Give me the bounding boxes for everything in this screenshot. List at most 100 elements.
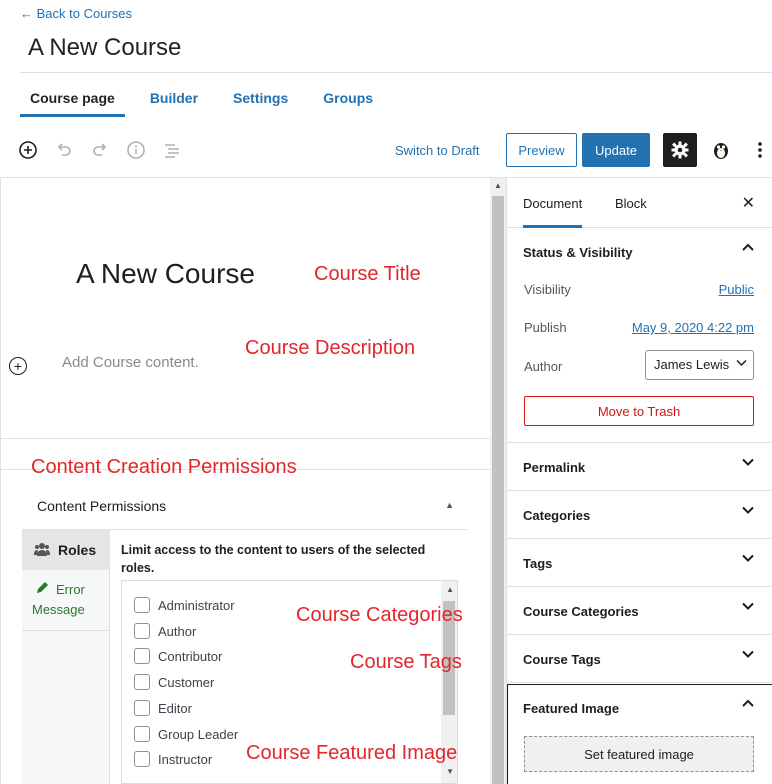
chevron-down-icon[interactable] bbox=[741, 503, 755, 520]
publish-date-link[interactable]: May 9, 2020 4:22 pm bbox=[632, 320, 754, 335]
role-option-administrator[interactable]: Administrator bbox=[134, 597, 235, 613]
role-label: Instructor bbox=[158, 751, 213, 767]
header-divider bbox=[20, 72, 772, 73]
panel-course-tags[interactable]: Course Tags bbox=[507, 635, 772, 683]
chevron-down-icon[interactable] bbox=[741, 551, 755, 568]
roles-tab-label: Roles bbox=[58, 542, 97, 558]
editor-toolbar: Switch to Draft Preview Update bbox=[0, 126, 772, 178]
role-option-contributor[interactable]: Contributor bbox=[134, 648, 222, 664]
panel-title: Course Tags bbox=[523, 652, 601, 667]
checkbox[interactable] bbox=[134, 700, 150, 716]
outline-list-icon[interactable] bbox=[162, 140, 182, 160]
page-title: A New Course bbox=[28, 34, 182, 61]
course-title-input[interactable]: A New Course bbox=[76, 258, 255, 290]
chevron-down-icon bbox=[736, 357, 747, 371]
panel-title: Course Categories bbox=[523, 604, 639, 619]
checkbox[interactable] bbox=[134, 751, 150, 767]
panel-title: Tags bbox=[523, 556, 553, 571]
error-message-tab[interactable]: Error Message bbox=[32, 580, 110, 620]
users-group-icon bbox=[34, 542, 50, 559]
role-option-editor[interactable]: Editor bbox=[134, 700, 192, 716]
checkbox[interactable] bbox=[134, 648, 150, 664]
editor-left-border bbox=[0, 178, 1, 784]
panel-featured-image[interactable]: Featured Image bbox=[507, 684, 772, 732]
content-permissions-title: Content Permissions bbox=[37, 498, 167, 514]
annotation-course-categories: Course Categories bbox=[296, 604, 463, 626]
panel-permalink[interactable]: Permalink bbox=[507, 443, 772, 491]
chevron-down-icon[interactable] bbox=[741, 647, 755, 664]
role-label: Group Leader bbox=[158, 726, 239, 742]
chevron-down-icon[interactable] bbox=[741, 599, 755, 616]
annotation-course-tags: Course Tags bbox=[350, 651, 462, 673]
undo-icon[interactable] bbox=[54, 140, 74, 160]
back-to-courses-link[interactable]: ← Back to Courses bbox=[20, 6, 132, 21]
panel-course-categories[interactable]: Course Categories bbox=[507, 587, 772, 635]
plugin-penguin-icon[interactable] bbox=[710, 139, 732, 161]
more-options-icon[interactable] bbox=[750, 140, 770, 160]
role-option-author[interactable]: Author bbox=[134, 623, 196, 639]
roles-tab[interactable]: Roles bbox=[22, 530, 110, 570]
tab-settings[interactable]: Settings bbox=[223, 80, 298, 117]
visibility-link[interactable]: Public bbox=[719, 282, 754, 297]
role-label: Contributor bbox=[158, 648, 223, 664]
checkbox[interactable] bbox=[134, 674, 150, 690]
side-tab-divider bbox=[22, 630, 110, 631]
course-tabs: Course page Builder Settings Groups bbox=[20, 80, 398, 118]
author-label: Author bbox=[524, 359, 563, 374]
role-label: Editor bbox=[158, 700, 192, 716]
panel-status-visibility[interactable]: Status & Visibility bbox=[507, 228, 772, 276]
panel-title: Status & Visibility bbox=[523, 245, 633, 260]
tab-groups[interactable]: Groups bbox=[313, 80, 383, 117]
settings-gear-icon[interactable] bbox=[663, 133, 697, 167]
limit-access-description: Limit access to the content to users of … bbox=[121, 543, 426, 575]
visibility-label: Visibility bbox=[524, 282, 571, 297]
redo-icon[interactable] bbox=[90, 140, 110, 160]
annotation-content-creation-permissions: Content Creation Permissions bbox=[31, 456, 297, 478]
author-selected-value: James Lewis bbox=[654, 357, 730, 372]
panel-title: Categories bbox=[523, 508, 591, 523]
chevron-up-icon[interactable] bbox=[741, 240, 755, 257]
role-option-customer[interactable]: Customer bbox=[134, 674, 214, 690]
role-label: Author bbox=[158, 623, 197, 639]
chevron-down-icon[interactable] bbox=[741, 455, 755, 472]
role-option-group-leader[interactable]: Group Leader bbox=[134, 726, 238, 742]
collapse-caret-icon[interactable]: ▲ bbox=[445, 500, 454, 510]
tab-course-page[interactable]: Course page bbox=[20, 80, 125, 117]
course-content-placeholder[interactable]: Add Course content. bbox=[62, 354, 199, 371]
close-icon[interactable]: ✕ bbox=[742, 193, 755, 213]
panel-categories[interactable]: Categories bbox=[507, 491, 772, 539]
checkbox[interactable] bbox=[134, 623, 150, 639]
annotation-course-description: Course Description bbox=[245, 337, 416, 359]
scroll-up-arrow-icon[interactable]: ▲ bbox=[492, 181, 504, 193]
switch-to-draft-link[interactable]: Switch to Draft bbox=[395, 143, 480, 158]
panel-title: Permalink bbox=[523, 460, 586, 475]
info-icon[interactable] bbox=[126, 140, 146, 160]
panel-tags[interactable]: Tags bbox=[507, 539, 772, 587]
add-block-icon[interactable] bbox=[18, 140, 38, 160]
editor-scrollbar-thumb[interactable] bbox=[492, 196, 504, 784]
update-button[interactable]: Update bbox=[582, 133, 650, 167]
settings-sidebar: Document Block ✕ Status & Visibility Vis… bbox=[506, 178, 772, 784]
chevron-up-icon[interactable] bbox=[741, 696, 755, 713]
set-featured-image-button[interactable]: Set featured image bbox=[524, 736, 754, 772]
publish-label: Publish bbox=[524, 320, 567, 335]
tab-block[interactable]: Block bbox=[615, 196, 647, 211]
sidebar-tabs: Document Block ✕ bbox=[507, 178, 772, 228]
checkbox[interactable] bbox=[134, 597, 150, 613]
move-to-trash-button[interactable]: Move to Trash bbox=[524, 396, 754, 426]
annotation-course-title: Course Title bbox=[314, 263, 421, 285]
checkbox[interactable] bbox=[134, 726, 150, 742]
scroll-up-arrow-icon[interactable]: ▲ bbox=[446, 585, 454, 594]
tab-document[interactable]: Document bbox=[523, 196, 583, 228]
scroll-down-arrow-icon[interactable]: ▼ bbox=[446, 767, 454, 776]
content-permissions-header[interactable]: Content Permissions ▲ bbox=[22, 484, 468, 530]
preview-button[interactable]: Preview bbox=[506, 133, 577, 167]
editor-divider bbox=[0, 438, 490, 439]
panel-title: Featured Image bbox=[523, 701, 620, 716]
role-option-instructor[interactable]: Instructor bbox=[134, 751, 212, 767]
tab-builder[interactable]: Builder bbox=[140, 80, 208, 117]
pencil-icon bbox=[36, 580, 50, 600]
add-block-inline-icon[interactable]: + bbox=[9, 357, 27, 375]
role-label: Customer bbox=[158, 674, 215, 690]
author-select[interactable]: James Lewis bbox=[645, 350, 754, 380]
